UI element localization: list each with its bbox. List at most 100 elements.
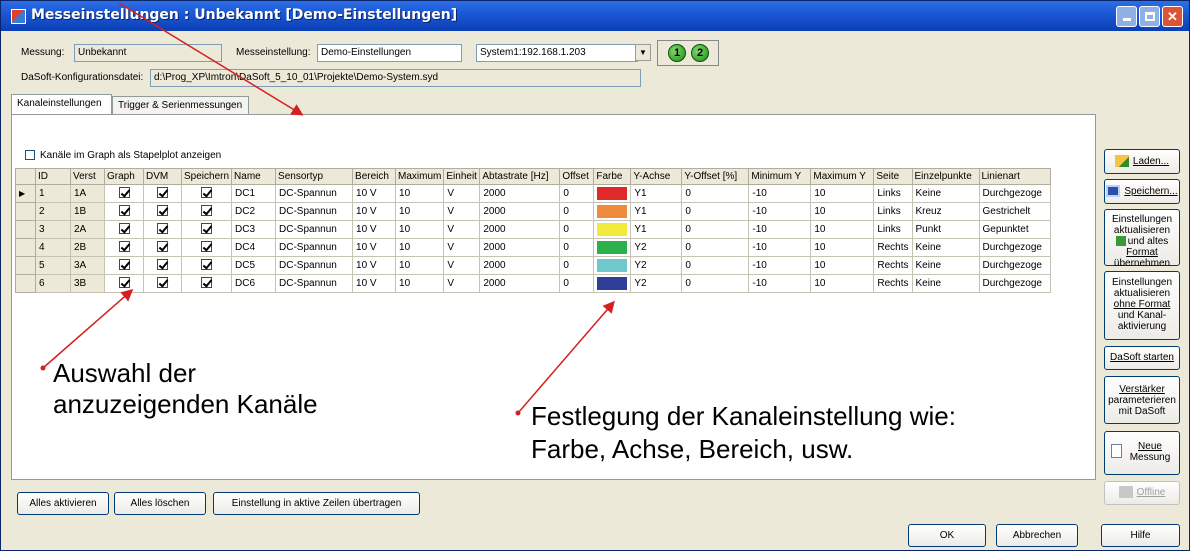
color-swatch[interactable] [597, 241, 628, 254]
checked-checkbox[interactable] [201, 240, 213, 252]
cell-maximum[interactable]: 10 [395, 256, 445, 275]
cell-einzelpunkte[interactable]: Keine [911, 184, 980, 203]
cell-maxy[interactable]: 10 [810, 238, 875, 257]
cell-maximum[interactable]: 10 [395, 274, 445, 293]
cell-name[interactable]: DC4 [231, 238, 277, 257]
checkbox-cell[interactable] [180, 238, 233, 257]
uebertragen-button[interactable]: Einstellung in aktive Zeilen übertragen [213, 492, 420, 515]
cell-einheit[interactable]: V [443, 202, 481, 221]
cell-yoffset[interactable]: 0 [681, 256, 750, 275]
cell-einheit[interactable]: V [443, 184, 481, 203]
checkbox-cell[interactable] [180, 184, 233, 203]
checkbox-cell[interactable] [104, 238, 144, 257]
cell-miny[interactable]: -10 [748, 220, 812, 239]
color-cell[interactable] [593, 184, 632, 203]
system-1-button[interactable]: 1 [668, 44, 686, 62]
color-swatch[interactable] [597, 205, 628, 218]
checkbox-cell[interactable] [143, 256, 182, 275]
cell-yachse[interactable]: Y1 [630, 184, 683, 203]
checkbox-cell[interactable] [143, 220, 182, 239]
cell-maxy[interactable]: 10 [810, 274, 875, 293]
cell-linienart[interactable]: Gestrichelt [978, 202, 1051, 221]
checked-checkbox[interactable] [157, 258, 168, 270]
cell-sensortyp[interactable]: DC-Spannun [275, 202, 354, 221]
cell-abtastrate[interactable]: 2000 [479, 274, 561, 293]
checked-checkbox[interactable] [157, 204, 168, 216]
cell-bereich[interactable]: 10 V [352, 274, 397, 293]
hilfe-button[interactable]: Hilfe [1101, 524, 1180, 547]
cell-verst[interactable]: 1B [70, 202, 105, 221]
stapelplot-checkbox-row[interactable]: Kanäle im Graph als Stapelplot anzeigen [25, 150, 221, 161]
cell-miny[interactable]: -10 [748, 202, 812, 221]
cell-yoffset[interactable]: 0 [681, 274, 750, 293]
table-row[interactable]: 6 3B DC6 DC-Spannun 10 V 10 V 2000 0 Y2 0 -10 10 Rech… [15, 274, 1051, 293]
cell-yachse[interactable]: Y1 [630, 220, 683, 239]
minimize-button[interactable] [1116, 6, 1137, 27]
alles-loeschen-button[interactable]: Alles löschen [114, 492, 206, 515]
abbrechen-button[interactable]: Abbrechen [996, 524, 1078, 547]
cell-offset[interactable]: 0 [559, 202, 595, 221]
cell-einzelpunkte[interactable]: Kreuz [911, 202, 980, 221]
ok-button[interactable]: OK [908, 524, 986, 547]
checked-checkbox[interactable] [118, 276, 130, 288]
cell-offset[interactable]: 0 [559, 220, 595, 239]
cell-name[interactable]: DC1 [231, 184, 277, 203]
column-header[interactable]: Graph [104, 168, 144, 185]
cell-linienart[interactable]: Durchgezoge [978, 238, 1051, 257]
color-swatch[interactable] [597, 187, 628, 200]
checkbox-cell[interactable] [143, 238, 182, 257]
row-header-cell[interactable] [15, 220, 36, 239]
system-select[interactable]: System1:192.168.1.203 [476, 44, 638, 62]
column-header[interactable]: Bereich [352, 168, 397, 185]
cell-verst[interactable]: 2B [70, 238, 105, 257]
cell-sensortyp[interactable]: DC-Spannun [275, 256, 354, 275]
column-header[interactable]: Minimum Y [748, 168, 812, 185]
cell-einheit[interactable]: V [443, 220, 481, 239]
checked-checkbox[interactable] [157, 186, 168, 198]
cell-seite[interactable]: Links [873, 202, 913, 221]
cell-maximum[interactable]: 10 [395, 202, 445, 221]
checked-checkbox[interactable] [118, 258, 130, 270]
table-row[interactable]: 4 2B DC4 DC-Spannun 10 V 10 V 2000 0 Y2 0 -10 10 Rech… [15, 238, 1051, 257]
cell-abtastrate[interactable]: 2000 [479, 256, 561, 275]
cell-miny[interactable]: -10 [748, 274, 812, 293]
cell-miny[interactable]: -10 [748, 238, 812, 257]
checkbox-cell[interactable] [180, 274, 233, 293]
checkbox-cell[interactable] [180, 256, 233, 275]
maximize-button[interactable] [1139, 6, 1160, 27]
close-button[interactable]: ✕ [1162, 6, 1183, 27]
cell-offset[interactable]: 0 [559, 256, 595, 275]
row-header-cell[interactable] [15, 274, 36, 293]
cell-verst[interactable]: 1A [70, 184, 105, 203]
cell-abtastrate[interactable]: 2000 [479, 184, 561, 203]
system-2-button[interactable]: 2 [691, 44, 709, 62]
chevron-down-icon[interactable]: ▼ [635, 44, 651, 61]
checked-checkbox[interactable] [201, 222, 213, 234]
checked-checkbox[interactable] [157, 222, 168, 234]
checkbox-cell[interactable] [180, 220, 233, 239]
cell-abtastrate[interactable]: 2000 [479, 238, 561, 257]
table-row[interactable]: ▶ 1 1A DC1 DC-Spannun 10 V 10 V 2000 0 Y1 0 -10 10 Lin… [15, 184, 1051, 203]
cell-abtastrate[interactable]: 2000 [479, 220, 561, 239]
cell-maxy[interactable]: 10 [810, 184, 875, 203]
checkbox-cell[interactable] [104, 184, 144, 203]
alles-aktivieren-button[interactable]: Alles aktivieren [17, 492, 109, 515]
cell-einzelpunkte[interactable]: Keine [911, 238, 980, 257]
cell-bereich[interactable]: 10 V [352, 202, 397, 221]
cell-id[interactable]: 6 [35, 274, 71, 293]
column-header[interactable]: Y-Achse [630, 168, 683, 185]
cell-einheit[interactable]: V [443, 274, 481, 293]
column-header[interactable]: Y-Offset [%] [681, 168, 750, 185]
cell-seite[interactable]: Rechts [873, 238, 913, 257]
column-header[interactable]: Maximum Y [810, 168, 875, 185]
cell-einheit[interactable]: V [443, 238, 481, 257]
cell-verst[interactable]: 3B [70, 274, 105, 293]
cell-name[interactable]: DC2 [231, 202, 277, 221]
column-header[interactable]: Verst [70, 168, 105, 185]
cell-sensortyp[interactable]: DC-Spannun [275, 184, 354, 203]
checked-checkbox[interactable] [118, 240, 130, 252]
color-cell[interactable] [593, 274, 632, 293]
cell-seite[interactable]: Rechts [873, 256, 913, 275]
checked-checkbox[interactable] [157, 276, 168, 288]
column-header[interactable]: Name [231, 168, 277, 185]
